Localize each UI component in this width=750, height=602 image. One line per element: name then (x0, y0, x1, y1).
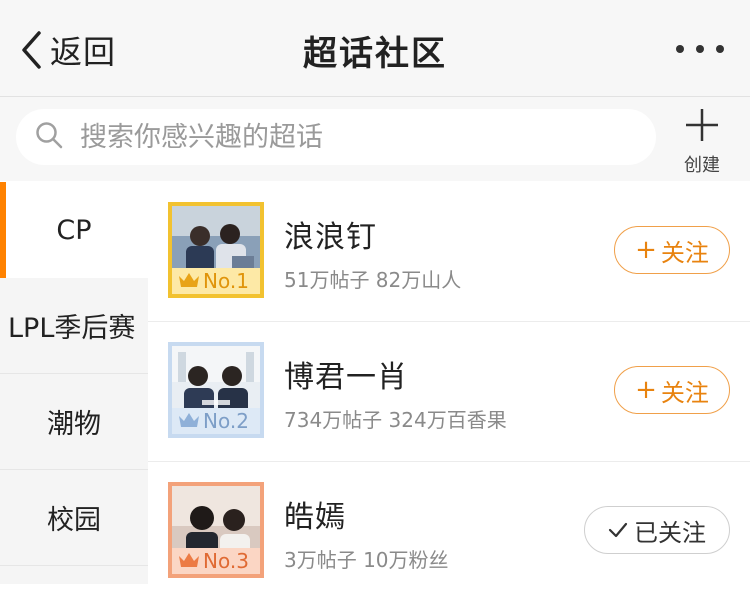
follow-label: 关注 (660, 238, 709, 267)
more-options-button[interactable] (676, 34, 724, 64)
more-dot-icon (696, 45, 704, 53)
topic-row[interactable]: No.3 皓嫣 3万帖子 10万粉丝 已关注 (148, 462, 750, 602)
topic-stats: 3万帖子 10万粉丝 (284, 548, 449, 572)
topic-row[interactable]: No.2 博君一肖 734万帖子 324万百香果 + 关注 (148, 322, 750, 462)
topic-name: 皓嫣 (284, 500, 346, 535)
plus-icon: + (635, 235, 657, 265)
rank-label: No.1 (203, 269, 249, 293)
followed-label: 已关注 (634, 518, 706, 547)
topic-stats: 51万帖子 82万山人 (284, 268, 462, 292)
search-row: 创建 (0, 97, 750, 181)
topic-thumbnail: No.2 (168, 342, 264, 438)
search-icon (16, 120, 64, 154)
follow-label: 关注 (660, 378, 709, 407)
search-box[interactable] (16, 109, 656, 165)
category-item-lpl[interactable]: LPL季后赛 (0, 278, 148, 374)
followed-button[interactable]: 已关注 (584, 506, 730, 554)
topic-name: 浪浪钉 (284, 220, 377, 255)
topic-row[interactable]: No.1 浪浪钉 51万帖子 82万山人 + 关注 (148, 182, 750, 322)
category-item-cp[interactable]: CP (0, 182, 148, 278)
create-topic-button[interactable]: 创建 (672, 107, 732, 177)
topic-thumbnail: No.3 (168, 482, 264, 578)
check-icon (608, 516, 634, 544)
plus-icon: + (635, 375, 657, 405)
rank-badge: No.1 (172, 268, 260, 294)
nav-bar: 返回 超话社区 (0, 0, 750, 97)
topic-thumbnail: No.1 (168, 202, 264, 298)
topic-list: No.1 浪浪钉 51万帖子 82万山人 + 关注 No.2 博君一肖 734万… (148, 182, 750, 584)
rank-label: No.2 (203, 409, 249, 433)
category-label: 潮物 (47, 409, 101, 440)
category-item-trends[interactable]: 潮物 (0, 374, 148, 470)
plus-icon (672, 107, 732, 147)
category-label: 校园 (47, 505, 101, 536)
crown-icon (178, 549, 203, 573)
rank-badge: No.2 (172, 408, 260, 434)
rank-label: No.3 (203, 549, 249, 573)
rank-badge: No.3 (172, 548, 260, 574)
crown-icon (178, 269, 203, 293)
follow-button[interactable]: + 关注 (614, 366, 730, 414)
category-sidebar: CP LPL季后赛 潮物 校园 (0, 182, 148, 584)
category-item-campus[interactable]: 校园 (0, 470, 148, 566)
more-dot-icon (716, 45, 724, 53)
category-label: CP (56, 214, 92, 246)
search-input[interactable] (78, 120, 602, 154)
category-label: LPL季后赛 (8, 313, 136, 344)
follow-button[interactable]: + 关注 (614, 226, 730, 274)
more-dot-icon (676, 45, 684, 53)
topic-stats: 734万帖子 324万百香果 (284, 408, 507, 432)
create-label: 创建 (684, 155, 720, 176)
crown-icon (178, 409, 203, 433)
topic-name: 博君一肖 (284, 360, 408, 395)
page-title: 超话社区 (303, 34, 447, 74)
